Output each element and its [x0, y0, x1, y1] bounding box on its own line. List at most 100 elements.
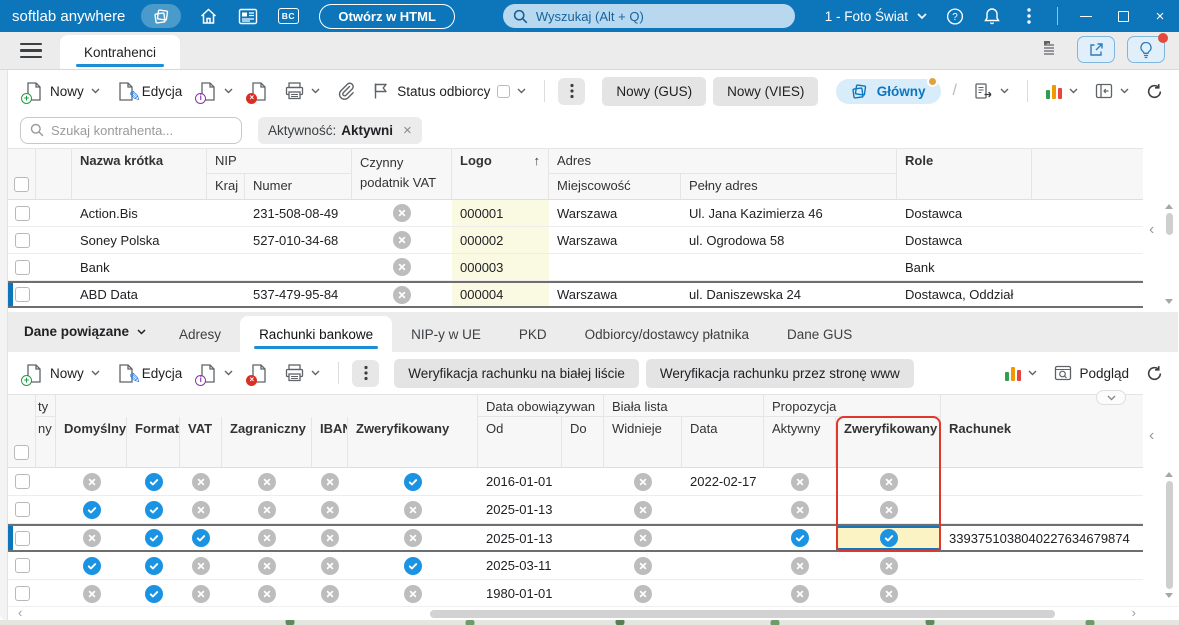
- header-kraj[interactable]: Kraj: [207, 174, 245, 199]
- export-button[interactable]: [969, 78, 1014, 104]
- scroll-up-icon[interactable]: [1165, 204, 1173, 209]
- header-role[interactable]: Role: [897, 149, 1032, 199]
- workspace-switcher-button[interactable]: [141, 4, 182, 28]
- row-checkbox[interactable]: [14, 558, 30, 573]
- global-search-input[interactable]: [535, 8, 785, 24]
- refresh-button[interactable]: [1141, 79, 1168, 104]
- lower-vertical-scrollbar[interactable]: [1165, 472, 1174, 598]
- help-button[interactable]: ?: [946, 7, 964, 25]
- delete-account-button[interactable]: ×: [245, 360, 273, 387]
- row-select-cell[interactable]: [8, 552, 36, 579]
- new-vies-button[interactable]: Nowy (VIES): [713, 76, 819, 106]
- related-data-menu[interactable]: Dane powiązane: [20, 324, 160, 352]
- document-info-button[interactable]: i: [194, 78, 238, 105]
- bank-account-row[interactable]: 2025-03-11: [8, 552, 1143, 580]
- header-vat[interactable]: VAT: [180, 417, 222, 467]
- print-accounts-button[interactable]: [280, 360, 325, 386]
- contractor-row[interactable]: ABD Data 537-479-95-84 000004 Warszawa ul. D…: [8, 281, 1143, 308]
- verify-www-button[interactable]: Weryfikacja rachunku przez stronę www: [645, 358, 914, 388]
- dock-panel-button[interactable]: [1090, 79, 1134, 103]
- header-propozycja-zweryfikowany[interactable]: Zweryfikowany: [836, 417, 941, 467]
- new-gus-button[interactable]: Nowy (GUS): [602, 76, 707, 106]
- news-panel-button[interactable]: [235, 4, 261, 28]
- header-rachunek[interactable]: Rachunek: [941, 417, 1143, 467]
- header-data[interactable]: Data: [682, 417, 764, 467]
- detail-tab-dane-gus[interactable]: Dane GUS: [768, 316, 871, 352]
- contractor-row[interactable]: Action.Bis 231-508-08-49 000001 Warszawa Ul.…: [8, 200, 1143, 227]
- contractor-row[interactable]: Soney Polska 527-010-34-68 000002 Warszawa u…: [8, 227, 1143, 254]
- minimize-button[interactable]: [1077, 7, 1095, 25]
- upper-vertical-scrollbar[interactable]: [1165, 204, 1174, 304]
- header-logo[interactable]: Logo ↑: [452, 149, 549, 199]
- row-checkbox[interactable]: [14, 205, 30, 221]
- hints-button[interactable]: [1127, 33, 1168, 63]
- contractor-row[interactable]: Bank 000003 Bank: [8, 254, 1143, 281]
- properties-panel-icon[interactable]: [1042, 40, 1061, 56]
- header-select-all-cell[interactable]: [8, 149, 36, 199]
- header-zagraniczny[interactable]: Zagraniczny: [222, 417, 312, 467]
- header-miejscowosc[interactable]: Miejscowość: [549, 174, 681, 199]
- header-truncated-column[interactable]: ny: [36, 417, 56, 467]
- home-button[interactable]: [195, 4, 221, 28]
- header-numer[interactable]: Numer: [245, 174, 352, 199]
- close-button[interactable]: ×: [1151, 7, 1169, 25]
- print-button[interactable]: [280, 78, 325, 104]
- header-widnieje[interactable]: Widnieje: [604, 417, 682, 467]
- contractor-search-input[interactable]: [51, 122, 232, 138]
- bc-module-button[interactable]: BC: [275, 4, 301, 28]
- scroll-down-icon[interactable]: [1165, 299, 1173, 304]
- main-view-button[interactable]: Główny: [835, 75, 941, 104]
- detail-tab-pkd[interactable]: PKD: [500, 316, 566, 352]
- collapse-right-panel-icon[interactable]: ‹: [1149, 428, 1154, 444]
- more-options-button[interactable]: [1020, 7, 1038, 25]
- more-actions-button[interactable]: [558, 77, 586, 105]
- row-select-cell[interactable]: [8, 526, 36, 550]
- row-select-cell[interactable]: [8, 580, 36, 607]
- bank-account-row[interactable]: 1980-01-01: [8, 580, 1143, 608]
- scroll-left-icon[interactable]: ‹: [18, 606, 22, 620]
- detail-tab-nip-y-w-ue[interactable]: NIP-y w UE: [392, 316, 500, 352]
- account-info-button[interactable]: i: [194, 360, 238, 387]
- row-select-cell[interactable]: [8, 200, 36, 226]
- row-checkbox[interactable]: [14, 586, 30, 601]
- new-button[interactable]: + Nowy: [20, 78, 105, 105]
- row-select-cell[interactable]: [8, 254, 36, 280]
- header-czynny-podatnik-vat[interactable]: Czynny podatnik VAT: [352, 149, 452, 199]
- header-select-all-cell[interactable]: [8, 395, 36, 467]
- bank-account-row[interactable]: 2016-01-01 2022-02-17: [8, 468, 1143, 496]
- row-checkbox[interactable]: [14, 259, 30, 275]
- activity-filter-chip[interactable]: Aktywność: Aktywni ×: [258, 116, 422, 144]
- header-od[interactable]: Od: [478, 417, 562, 467]
- tab-kontrahenci[interactable]: Kontrahenci: [60, 35, 181, 69]
- recipient-status-checkbox[interactable]: [497, 84, 511, 98]
- scroll-right-icon[interactable]: ›: [1132, 606, 1136, 620]
- refresh-accounts-button[interactable]: [1141, 361, 1168, 386]
- header-do[interactable]: Do: [562, 417, 604, 467]
- header-nazwa-krotka[interactable]: Nazwa krótka: [72, 149, 207, 199]
- new-account-button[interactable]: + Nowy: [20, 360, 105, 387]
- chart-button[interactable]: [1041, 80, 1083, 103]
- more-account-actions-button[interactable]: [352, 359, 380, 387]
- collapse-right-panel-icon[interactable]: ‹: [1149, 222, 1154, 238]
- remove-filter-icon[interactable]: ×: [398, 123, 412, 138]
- header-aktywny[interactable]: Aktywny: [764, 417, 836, 467]
- header-format[interactable]: Format: [127, 417, 180, 467]
- delete-button[interactable]: ×: [245, 78, 273, 105]
- detail-tab-adresy[interactable]: Adresy: [160, 316, 240, 352]
- edit-account-button[interactable]: ✎ Edycja: [112, 360, 188, 387]
- row-checkbox[interactable]: [14, 474, 30, 489]
- share-button[interactable]: [1077, 36, 1115, 63]
- detail-tab-rachunki-bankowe[interactable]: Rachunki bankowe: [240, 316, 393, 352]
- row-select-cell[interactable]: [8, 468, 36, 495]
- scrollbar-thumb[interactable]: [1166, 481, 1173, 589]
- contractor-search[interactable]: [20, 116, 242, 144]
- scroll-down-icon[interactable]: [1165, 593, 1173, 598]
- detail-tab-odbiorcy-dostawcy-płatnika[interactable]: Odbiorcy/dostawcy płatnika: [566, 316, 768, 352]
- row-checkbox[interactable]: [14, 287, 30, 302]
- select-all-checkbox[interactable]: [14, 445, 29, 460]
- select-all-checkbox[interactable]: [14, 177, 29, 192]
- header-zweryfikowany[interactable]: Zweryfikowany: [348, 417, 478, 467]
- row-select-cell[interactable]: [8, 496, 36, 523]
- hamburger-menu-button[interactable]: [20, 42, 42, 58]
- header-iban[interactable]: IBAN: [312, 417, 348, 467]
